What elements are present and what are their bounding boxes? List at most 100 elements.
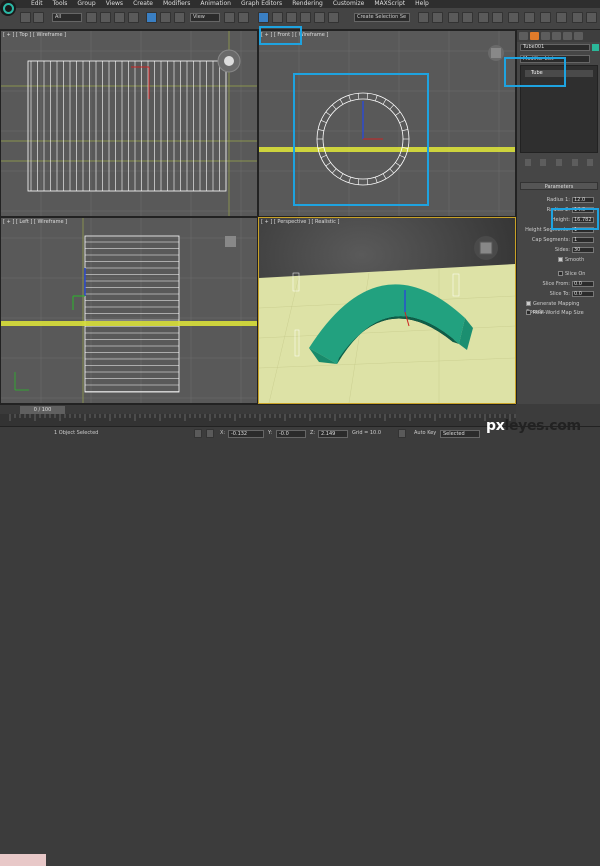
menu-item[interactable]: Customize <box>328 0 370 8</box>
selected-dropdown[interactable]: Selected <box>440 430 480 438</box>
gen-mapping-checkbox[interactable] <box>526 301 531 306</box>
curve-editor-icon[interactable] <box>478 12 489 23</box>
rendered-frame-icon[interactable] <box>540 12 551 23</box>
object-name-field[interactable]: Tube001 <box>520 44 590 51</box>
viewport-label-perspective[interactable]: [ + ] [ Perspective ] [ Realistic ] <box>261 219 339 225</box>
edit-named-selection-icon[interactable] <box>328 12 339 23</box>
param-spinner[interactable]: 14.0 <box>572 207 594 213</box>
stack-item-tube[interactable]: Tube <box>525 70 593 77</box>
real-world-checkbox[interactable] <box>526 310 531 315</box>
utilities-tab-icon[interactable] <box>574 32 583 40</box>
render-production-icon[interactable] <box>556 12 567 23</box>
param-spinner[interactable]: 12.0 <box>572 197 594 203</box>
parameters-rollout-header[interactable]: Parameters <box>520 182 598 190</box>
modifier-list-dropdown[interactable]: Modifier List <box>520 55 590 63</box>
time-slider-track[interactable]: 0 / 100 <box>0 404 516 414</box>
rectangle-selection-icon[interactable] <box>114 12 125 23</box>
viewport-top[interactable]: [ + ] [ Top ] [ Wireframe ] <box>0 30 258 217</box>
slice-on-checkbox-row[interactable]: Slice On <box>520 270 598 278</box>
app-logo-icon[interactable] <box>0 0 16 16</box>
menu-item[interactable]: Views <box>101 0 128 8</box>
angle-snap-icon[interactable] <box>286 12 297 23</box>
make-unique-icon[interactable] <box>555 158 562 166</box>
param-spinner[interactable]: 1 <box>572 227 594 233</box>
snaps-toggle-icon[interactable] <box>272 12 283 23</box>
object-color-swatch[interactable] <box>592 44 599 51</box>
y-coordinate-field[interactable]: -0.0 <box>276 430 306 438</box>
render-iterative-icon[interactable] <box>572 12 583 23</box>
viewport-label-front[interactable]: [ + ] [ Front ] [ Wireframe ] <box>261 32 328 38</box>
gen-mapping-row[interactable]: Generate Mapping Coords. <box>520 300 598 315</box>
menu-item[interactable]: Modifiers <box>158 0 195 8</box>
display-tab-icon[interactable] <box>563 32 572 40</box>
configure-sets-icon[interactable] <box>587 158 594 166</box>
maxscript-listener[interactable] <box>0 854 46 866</box>
window-crossing-icon[interactable] <box>128 12 139 23</box>
lock-selection-icon[interactable] <box>194 429 202 438</box>
viewport-label-left[interactable]: [ + ] [ Left ] [ Wireframe ] <box>3 219 67 225</box>
select-manipulate-icon[interactable] <box>238 12 249 23</box>
real-world-row[interactable]: Real-World Map Size <box>520 309 598 317</box>
time-slider[interactable]: 0 / 100 <box>20 406 65 414</box>
modifier-stack[interactable]: Tube <box>520 65 598 153</box>
graphite-ribbon-icon[interactable] <box>462 12 473 23</box>
render-activeshade-icon[interactable] <box>586 12 597 23</box>
undo-icon[interactable] <box>20 12 31 23</box>
viewport-left[interactable]: [ + ] [ Left ] [ Wireframe ] <box>0 217 258 404</box>
menu-item[interactable]: Create <box>128 0 158 8</box>
reference-coord-dropdown[interactable]: View <box>190 13 220 22</box>
track-bar[interactable] <box>0 414 516 426</box>
pivot-center-icon[interactable] <box>224 12 235 23</box>
menu-item[interactable]: Help <box>410 0 434 8</box>
param-spinner[interactable]: 30 <box>572 247 594 253</box>
percent-snap-icon[interactable] <box>300 12 311 23</box>
motion-tab-icon[interactable] <box>552 32 561 40</box>
menu-item[interactable]: Graph Editors <box>236 0 287 8</box>
select-rotate-icon[interactable] <box>160 12 171 23</box>
layer-manager-icon[interactable] <box>448 12 459 23</box>
named-selection-dropdown[interactable]: Create Selection Se <box>354 13 410 22</box>
select-scale-icon[interactable] <box>174 12 185 23</box>
show-end-result-icon[interactable] <box>540 158 547 166</box>
menu-item[interactable]: MAXScript <box>369 0 410 8</box>
material-editor-icon[interactable] <box>508 12 519 23</box>
viewport-perspective[interactable]: [ + ] [ Perspective ] [ Realistic ] <box>258 217 516 404</box>
auto-key-button[interactable]: Auto Key <box>414 430 436 436</box>
redo-icon[interactable] <box>33 12 44 23</box>
menu-item[interactable]: Group <box>72 0 100 8</box>
remove-modifier-icon[interactable] <box>571 158 578 166</box>
pin-stack-icon[interactable] <box>524 158 531 166</box>
render-setup-icon[interactable] <box>524 12 535 23</box>
smooth-checkbox[interactable] <box>558 257 563 262</box>
menu-item[interactable]: Rendering <box>287 0 328 8</box>
slice-on-checkbox[interactable] <box>558 271 563 276</box>
viewport-label-top[interactable]: [ + ] [ Top ] [ Wireframe ] <box>3 32 66 38</box>
selection-filter-dropdown[interactable]: All <box>52 13 82 22</box>
schematic-view-icon[interactable] <box>492 12 503 23</box>
param-spinner[interactable]: 1 <box>572 237 594 243</box>
add-time-tag-icon[interactable] <box>398 429 406 438</box>
hierarchy-tab-icon[interactable] <box>541 32 550 40</box>
slice-to-spinner[interactable]: 0.0 <box>572 291 594 297</box>
x-coordinate-field[interactable]: -0.132 <box>228 430 264 438</box>
select-object-icon[interactable] <box>86 12 97 23</box>
menu-item[interactable]: Animation <box>195 0 236 8</box>
absolute-mode-icon[interactable] <box>206 429 214 438</box>
select-by-name-icon[interactable] <box>100 12 111 23</box>
param-spinner[interactable]: 16.782 <box>572 217 594 223</box>
spinner-snap-icon[interactable] <box>314 12 325 23</box>
smooth-checkbox-row[interactable]: Smooth <box>520 256 598 264</box>
select-move-icon[interactable] <box>146 12 157 23</box>
create-tab-icon[interactable] <box>519 32 528 40</box>
align-icon[interactable] <box>432 12 443 23</box>
menu-item[interactable]: Tools <box>48 0 73 8</box>
menu-item[interactable]: Edit <box>26 0 48 8</box>
keyboard-shortcut-icon[interactable] <box>258 12 269 23</box>
viewport-front[interactable]: [ + ] [ Front ] [ Wireframe ] <box>258 30 516 217</box>
x-label: X: <box>220 430 226 436</box>
mirror-icon[interactable] <box>418 12 429 23</box>
slice-from-spinner[interactable]: 0.0 <box>572 281 594 287</box>
modify-tab-icon[interactable] <box>530 32 539 40</box>
param-label: Radius 1: <box>546 197 570 203</box>
z-coordinate-field[interactable]: 2.149 <box>318 430 348 438</box>
